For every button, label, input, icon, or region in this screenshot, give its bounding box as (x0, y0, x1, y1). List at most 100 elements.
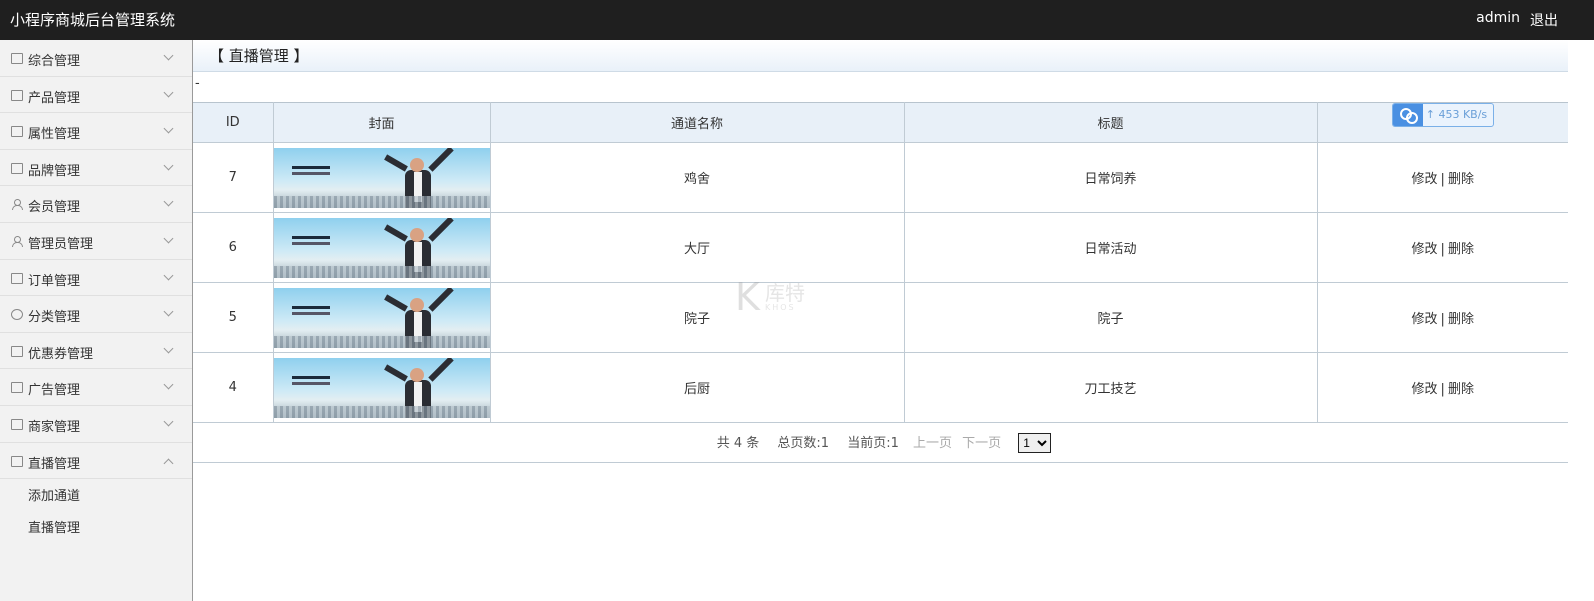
chevron-down-icon (163, 343, 174, 354)
cell-id: 5 (193, 282, 274, 353)
cell-id: 4 (193, 352, 274, 423)
sidebar-item-attributes[interactable]: 属性管理 (0, 113, 192, 150)
delete-link[interactable]: 删除 (1448, 312, 1474, 327)
pager-row: 共 4 条 总页数:1 当前页:1 上一页 下一页 1 (193, 422, 1568, 463)
sidebar: 综合管理 产品管理 属性管理 品牌管理 会员管理 管理员管理 订单管理 分类管理 (0, 40, 193, 601)
speed-badge[interactable]: ↑ 453 KB/s (1391, 102, 1494, 127)
image-icon (11, 89, 23, 101)
col-header-title: 标题 (903, 102, 1318, 143)
sidebar-item-coupons[interactable]: 优惠券管理 (0, 333, 192, 370)
submenu-live-manage[interactable]: 直播管理 (0, 513, 192, 545)
edit-link[interactable]: 修改 (1412, 382, 1438, 397)
chevron-down-icon (163, 87, 174, 98)
cell-title: 院子 (903, 282, 1318, 353)
pagination: 共 4 条 总页数:1 当前页:1 上一页 下一页 1 (193, 432, 1568, 454)
sidebar-item-live[interactable]: 直播管理 (0, 443, 192, 480)
watermark-sub: KHOS (765, 303, 796, 312)
watermark-glyph: K (735, 275, 760, 319)
cell-id: 6 (193, 212, 274, 283)
col-header-id: ID (193, 102, 274, 143)
table-row: 6 大厅 日常活动 修改 | 删除 (193, 212, 1568, 283)
list-icon (11, 382, 23, 394)
sidebar-item-label: 品牌管理 (28, 163, 81, 179)
cell-channel: 院子 (489, 282, 905, 353)
image-icon (11, 126, 23, 138)
sidebar-item-brands[interactable]: 品牌管理 (0, 150, 192, 187)
cell-cover (272, 282, 491, 353)
edit-link[interactable]: 修改 (1412, 242, 1438, 257)
sidebar-item-label: 会员管理 (28, 200, 81, 216)
sidebar-item-members[interactable]: 会员管理 (0, 186, 192, 223)
pager-cell: 共 4 条 总页数:1 当前页:1 上一页 下一页 1 (193, 422, 1568, 463)
cell-channel: 后厨 (489, 352, 905, 423)
list-icon (11, 455, 23, 467)
total-count: 共 4 条 (716, 435, 760, 451)
cell-actions: 修改 | 删除 (1316, 282, 1568, 353)
chevron-down-icon (163, 379, 174, 390)
total-pages: 总页数:1 (777, 435, 830, 451)
chevron-down-icon (163, 270, 174, 281)
col-header-actions: ↑ 453 KB/s (1316, 102, 1568, 143)
lock-icon (11, 162, 23, 174)
prev-page-link[interactable]: 上一页 (913, 436, 952, 451)
cell-actions: 修改 | 删除 (1316, 142, 1568, 213)
sidebar-item-products[interactable]: 产品管理 (0, 77, 192, 114)
sidebar-item-label: 分类管理 (28, 310, 81, 326)
cell-cover (272, 212, 491, 283)
chevron-down-icon (163, 50, 174, 61)
dash-mark: - (195, 76, 200, 91)
sidebar-item-merchants[interactable]: 商家管理 (0, 406, 192, 443)
user-icon (11, 199, 23, 211)
chevron-down-icon (163, 160, 174, 171)
cell-id: 7 (193, 142, 274, 213)
sidebar-item-label: 产品管理 (28, 90, 81, 106)
page-title: 【 直播管理 】 (193, 40, 1568, 72)
edit-link[interactable]: 修改 (1412, 172, 1438, 187)
sidebar-item-label: 优惠券管理 (28, 346, 94, 362)
cell-title: 刀工技艺 (903, 352, 1318, 423)
delete-link[interactable]: 删除 (1448, 242, 1474, 257)
edit-link[interactable]: 修改 (1412, 312, 1438, 327)
col-header-channel: 通道名称 (489, 102, 905, 143)
sidebar-item-label: 综合管理 (28, 54, 81, 69)
cell-title: 日常饲养 (903, 142, 1318, 213)
chevron-down-icon (163, 233, 174, 244)
list-icon (11, 345, 23, 357)
table-row: 5 院子 院子 修改 | 删除 (193, 282, 1568, 353)
submenu-add-channel[interactable]: 添加通道 (0, 481, 192, 513)
sidebar-item-general[interactable]: 综合管理 (0, 40, 192, 77)
gear-icon (11, 309, 23, 321)
watermark-logo: K 库特 KHOS (735, 275, 829, 319)
table-header-row: ID 封面 通道名称 标题 ↑ 453 KB/s (193, 102, 1568, 143)
col-header-cover: 封面 (272, 102, 491, 143)
cell-actions: 修改 | 删除 (1316, 212, 1568, 283)
cell-channel: 大厅 (489, 212, 905, 283)
page-select[interactable]: 1 (1018, 433, 1052, 454)
current-user: admin (1476, 10, 1520, 26)
next-page-link[interactable]: 下一页 (962, 436, 1001, 451)
top-bar: 小程序商城后台管理系统 admin 退出 (0, 0, 1594, 40)
sidebar-item-admins[interactable]: 管理员管理 (0, 223, 192, 260)
sidebar-item-orders[interactable]: 订单管理 (0, 260, 192, 297)
logout-link[interactable]: 退出 (1530, 10, 1558, 30)
speed-text: ↑ 453 KB/s (1425, 107, 1488, 121)
cover-image (273, 147, 490, 208)
current-page: 当前页:1 (847, 435, 899, 451)
sidebar-item-ads[interactable]: 广告管理 (0, 369, 192, 406)
admin-user-icon (11, 235, 23, 247)
cell-cover (272, 142, 491, 213)
sidebar-item-label: 直播管理 (28, 456, 81, 472)
cell-channel: 鸡舍 (489, 142, 905, 213)
action-separator: | (1440, 382, 1445, 397)
delete-link[interactable]: 删除 (1448, 382, 1474, 397)
cell-actions: 修改 | 删除 (1316, 352, 1568, 423)
sidebar-item-label: 订单管理 (28, 273, 81, 289)
sidebar-item-categories[interactable]: 分类管理 (0, 296, 192, 333)
sidebar-item-label: 广告管理 (28, 383, 81, 399)
delete-link[interactable]: 删除 (1448, 172, 1474, 187)
cell-title: 日常活动 (903, 212, 1318, 283)
chevron-down-icon (163, 123, 174, 134)
action-separator: | (1440, 242, 1445, 257)
app-title: 小程序商城后台管理系统 (10, 11, 176, 29)
sidebar-item-label: 商家管理 (28, 419, 81, 435)
